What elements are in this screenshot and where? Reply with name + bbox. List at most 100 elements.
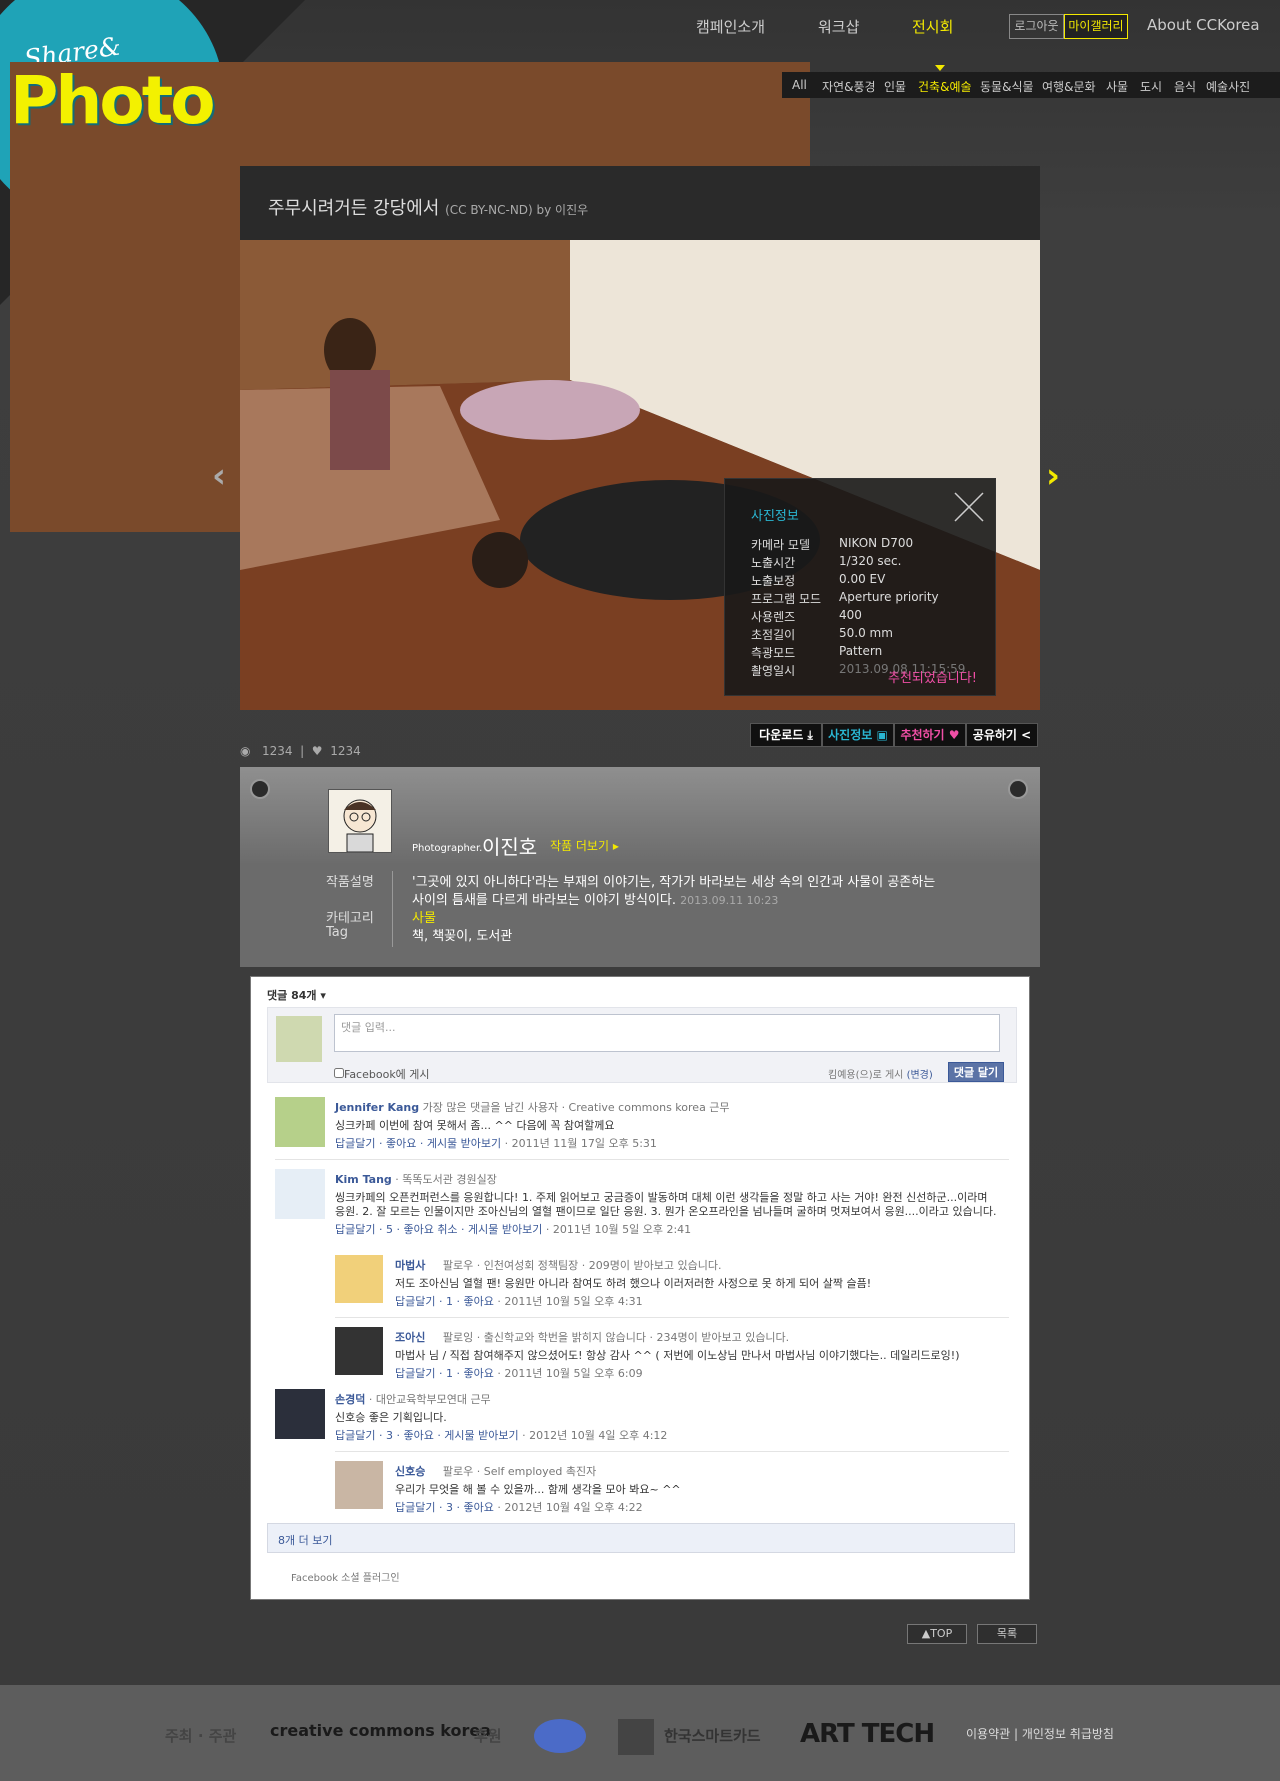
host-label: 주최 · 주관: [165, 1727, 237, 1745]
more-works-link[interactable]: 작품 더보기 ▸: [550, 837, 619, 854]
close-icon[interactable]: [953, 491, 985, 523]
tag-values: 책, 책꽂이, 도서관: [412, 929, 513, 944]
comment-submit-button[interactable]: 댓글 달기: [948, 1062, 1004, 1082]
category-label: 카테고리: [326, 911, 374, 926]
info-row: 프로그램 모드 Aperture priority: [751, 590, 939, 606]
comment-item: 손경덕 · 대안교육학부모연대 근무: [335, 1393, 491, 1406]
category-food[interactable]: 음식: [1174, 78, 1196, 95]
desc-label: 작품설명: [326, 875, 374, 890]
reply-avatar: [335, 1255, 383, 1303]
category-nature[interactable]: 자연&풍경: [822, 78, 876, 95]
footer: 주최 · 주관 creative commons korea 후원 한국스마트카…: [0, 1685, 1280, 1781]
photo-description: '그곳에 있지 아니하다'라는 부재의 이야기는, 작가가 바라보는 세상 속의…: [412, 875, 936, 890]
top-button[interactable]: ▲TOP: [907, 1624, 967, 1644]
dot-ornament: [1008, 779, 1028, 799]
photographer-avatar[interactable]: [328, 789, 392, 853]
info-row: 사용렌즈 400: [751, 608, 862, 624]
image-icon: ▣: [876, 728, 888, 742]
category-architecture[interactable]: 건축&예술: [918, 78, 972, 95]
next-photo-button[interactable]: ›: [1046, 456, 1060, 496]
post-as: 킴예용(으)로 게시 (변경): [828, 1070, 933, 1081]
category-bar: All 자연&풍경 인물 건축&예술 동물&식물 여행&문화 사물 도시 음식 …: [782, 72, 1280, 98]
cc-logo[interactable]: creative commons korea: [270, 1721, 491, 1740]
arttech-logo[interactable]: ART TECH: [800, 1719, 935, 1749]
nav-campaign[interactable]: 캠페인소개: [696, 16, 765, 37]
info-title: 사진정보: [751, 509, 799, 524]
category-art[interactable]: 예술사진: [1206, 78, 1250, 95]
info-row: 초점길이 50.0 mm: [751, 626, 893, 642]
category-value[interactable]: 사물: [412, 907, 436, 926]
comment-text: 신호승 좋은 기획입니다.: [335, 1411, 447, 1424]
comment-input[interactable]: 댓글 입력...: [334, 1014, 1000, 1052]
my-gallery-button[interactable]: 마이갤러리: [1064, 14, 1128, 39]
recommended-message: 추천되었습니다!: [888, 671, 977, 686]
description-date: 2013.09.11 10:23: [680, 894, 779, 907]
photographer-role: Photographer.: [412, 843, 483, 854]
active-nav-indicator: [935, 65, 945, 71]
separator: [335, 1451, 1009, 1452]
reply-item: 마법사 팔로우 · 인천여성회 정책팀장 · 209명이 받아보고 있습니다.: [395, 1259, 722, 1272]
reply-avatar: [335, 1327, 383, 1375]
user-avatar: [276, 1016, 322, 1062]
like-count: 1234: [330, 744, 361, 758]
seoul-logo[interactable]: [534, 1719, 586, 1753]
smartcard-logo[interactable]: 한국스마트카드: [664, 1725, 761, 1746]
sponsor-label: 후원: [474, 1727, 502, 1745]
eye-icon: ◉: [240, 744, 251, 758]
category-objects[interactable]: 사물: [1106, 78, 1128, 95]
reply-text: 우리가 무엇을 해 볼 수 있을까... 함께 생각을 모아 봐요~ ^^: [395, 1483, 681, 1496]
comment-compose: 댓글 입력... Facebook에 게시 킴예용(으)로 게시 (변경) 댓글…: [267, 1007, 1017, 1083]
photo-description-2: 사이의 틈새를 다르게 바라보는 이야기 방식이다. 2013.09.11 10…: [412, 893, 779, 908]
comment-actions: 답글달기 · 좋아요 · 게시물 받아보기 · 2011년 11월 17일 오후…: [335, 1137, 657, 1150]
avatar-drawing: [343, 799, 377, 853]
comment-actions: 답글달기 · 5 · 좋아요 취소 · 게시물 받아보기 · 2011년 10월…: [335, 1223, 692, 1236]
load-more-comments[interactable]: 8개 더 보기: [267, 1523, 1015, 1553]
comment-text: 싱크카페 이번에 참여 못해서 좀... ^^ 다음에 꼭 참여할께요: [335, 1119, 615, 1132]
commenter-avatar: [275, 1389, 325, 1439]
facebook-comments: 댓글 84개 ▾ 댓글 입력... Facebook에 게시 킴예용(으)로 게…: [250, 976, 1030, 1600]
change-account-link[interactable]: (변경): [907, 1070, 933, 1081]
reply-item: 조아신 팔로잉 · 출신학교와 학번을 밝히지 않습니다 · 234명이 받아보…: [395, 1331, 790, 1344]
logout-button[interactable]: 로그아웃: [1009, 14, 1064, 39]
tag-label: Tag: [326, 925, 349, 940]
photo-title: 주무시려거든 강당에서 (CC BY-NC-ND) by 이진우: [268, 198, 589, 219]
checkbox[interactable]: [334, 1068, 344, 1078]
download-button[interactable]: 다운로드 ⤓: [750, 723, 822, 747]
comment-count[interactable]: 댓글 84개 ▾: [267, 987, 326, 1003]
share-icon: <: [1021, 728, 1032, 742]
reply-actions: 답글달기 · 1 · 좋아요 · 2011년 10월 5일 오후 4:31: [395, 1295, 643, 1308]
comment-text-2: 응원. 2. 잘 모르는 인물이지만 조아신님의 열혈 팬이므로 일단 응원. …: [335, 1205, 997, 1218]
comment-item: Kim Tang · 똑똑도서관 경원실장: [335, 1173, 497, 1186]
comment-actions: 답글달기 · 3 · 좋아요 · 게시물 받아보기 · 2012년 10월 4일…: [335, 1429, 668, 1442]
reply-actions: 답글달기 · 3 · 좋아요 · 2012년 10월 4일 오후 4:22: [395, 1501, 643, 1514]
commenter-avatar: [275, 1169, 325, 1219]
category-travel[interactable]: 여행&문화: [1042, 78, 1096, 95]
heart-icon: ♥: [311, 744, 323, 758]
category-animals[interactable]: 동물&식물: [980, 78, 1034, 95]
footer-links[interactable]: 이용약관 | 개인정보 취급방침: [966, 1725, 1114, 1742]
photo-info-button[interactable]: 사진정보 ▣: [822, 723, 894, 747]
facebook-post-checkbox[interactable]: Facebook에 게시: [334, 1066, 430, 1082]
separator: [275, 1159, 1009, 1160]
reply-text: 저도 조아신님 열혈 팬! 응원만 아니라 참여도 하려 했으나 이러저러한 사…: [395, 1277, 872, 1290]
info-row: 측광모드 Pattern: [751, 644, 883, 660]
prev-photo-button[interactable]: ‹: [212, 456, 226, 496]
info-row: 카메라 모델 NIKON D700: [751, 536, 914, 552]
reply-item: 신호승 팔로우 · Self employed 촉진자: [395, 1465, 597, 1478]
reply-actions: 답글달기 · 1 · 좋아요 · 2011년 10월 5일 오후 6:09: [395, 1367, 643, 1380]
category-all[interactable]: All: [792, 78, 807, 92]
photo-info-panel: 사진정보 카메라 모델 NIKON D700 노출시간 1/320 sec. 노출보…: [724, 478, 996, 696]
recommend-button[interactable]: 추천하기 ♥: [894, 723, 966, 747]
view-count: 1234: [261, 744, 293, 758]
photographer-name: 이진호: [482, 835, 538, 859]
dropdown-icon: ▾: [320, 989, 326, 1002]
heart-icon: ♥: [948, 728, 960, 742]
nav-exhibition[interactable]: 전시회: [912, 16, 953, 37]
about-cckorea-link[interactable]: About CCKorea: [1147, 16, 1260, 34]
category-city[interactable]: 도시: [1140, 78, 1162, 95]
list-button[interactable]: 목록: [977, 1624, 1037, 1644]
share-button[interactable]: 공유하기 <: [966, 723, 1038, 747]
category-people[interactable]: 인물: [884, 78, 906, 95]
tmoney-logo[interactable]: [618, 1719, 654, 1755]
nav-workshop[interactable]: 워크샵: [818, 16, 859, 37]
